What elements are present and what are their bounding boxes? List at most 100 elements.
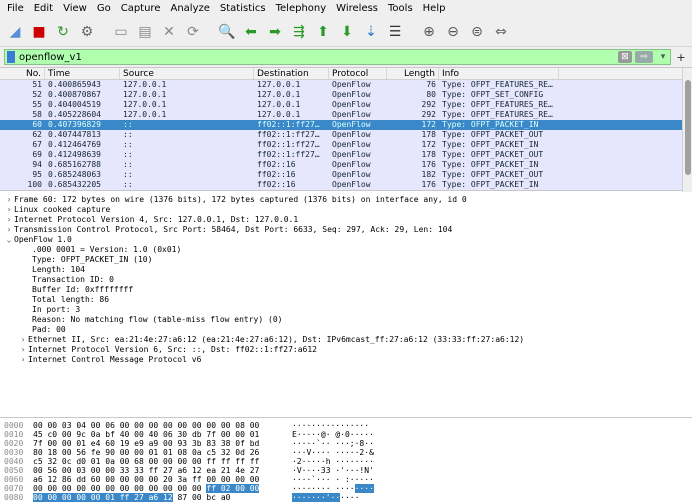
collapsed-arrow-icon[interactable]: › bbox=[4, 215, 14, 225]
bytes-row[interactable]: 0000 00 00 03 04 00 06 00 00 00 00 00 00 … bbox=[0, 421, 692, 430]
bytes-ascii: ·V····33 ·'···!N' bbox=[292, 466, 374, 475]
autoscroll-icon[interactable]: ⇣ bbox=[360, 21, 382, 43]
bytes-offset: 0010 bbox=[4, 430, 24, 439]
filter-history-dropdown-icon[interactable]: ▾ bbox=[656, 51, 670, 63]
menu-telephony[interactable]: Telephony bbox=[271, 3, 332, 14]
add-filter-button-icon[interactable]: + bbox=[674, 51, 688, 64]
detail-line[interactable]: › Linux cooked capture bbox=[0, 205, 692, 215]
cell-dst: ff02::1:ff27… bbox=[257, 140, 320, 149]
collapsed-arrow-icon[interactable]: › bbox=[4, 225, 14, 235]
bytes-row[interactable]: 0030 80 18 00 56 fe 90 00 00 01 01 08 0a … bbox=[0, 448, 692, 457]
packet-row[interactable]: 51 0.400865943 127.0.0.1 127.0.0.1 OpenFlow 7… bbox=[0, 80, 692, 90]
options-icon[interactable]: ⚙ bbox=[76, 21, 98, 43]
bytes-row[interactable]: 0010 45 c0 00 9c 0a bf 40 00 40 06 30 db … bbox=[0, 430, 692, 439]
detail-line[interactable]: › Internet Protocol Version 6, Src: ::, D… bbox=[0, 345, 692, 355]
detail-line[interactable]: .000 0001 = Version: 1.0 (0x01) bbox=[0, 245, 692, 255]
back-icon[interactable]: ⬅ bbox=[240, 21, 262, 43]
open-icon[interactable]: ▭ bbox=[110, 21, 132, 43]
collapsed-arrow-icon[interactable]: › bbox=[18, 335, 28, 345]
reload-icon[interactable]: ⟳ bbox=[182, 21, 204, 43]
display-filter-field[interactable]: ⊠ ⇨ ▾ bbox=[4, 49, 671, 65]
first-icon[interactable]: ⬆ bbox=[312, 21, 334, 43]
bytes-row[interactable]: 0060 a6 12 86 dd 60 00 00 00 00 20 3a ff … bbox=[0, 475, 692, 484]
collapsed-arrow-icon[interactable]: › bbox=[18, 345, 28, 355]
detail-line[interactable]: › Transmission Control Protocol, Src Port… bbox=[0, 225, 692, 235]
collapsed-arrow-icon[interactable]: › bbox=[18, 355, 28, 365]
detail-line[interactable]: Total length: 86 bbox=[0, 295, 692, 305]
zoom-in-icon[interactable]: ⊕ bbox=[418, 21, 440, 43]
menu-wireless[interactable]: Wireless bbox=[331, 3, 383, 14]
column-header-info[interactable]: Info bbox=[439, 68, 559, 79]
menu-edit[interactable]: Edit bbox=[29, 3, 58, 14]
last-icon[interactable]: ⬇ bbox=[336, 21, 358, 43]
menu-go[interactable]: Go bbox=[92, 3, 116, 14]
menu-tools[interactable]: Tools bbox=[383, 3, 418, 14]
display-filter-input[interactable] bbox=[19, 51, 614, 63]
close-file-icon[interactable]: ✕ bbox=[158, 21, 180, 43]
column-header-no[interactable]: No. bbox=[0, 68, 45, 79]
menu-capture[interactable]: Capture bbox=[116, 3, 166, 14]
forward-icon[interactable]: ➡ bbox=[264, 21, 286, 43]
bytes-ascii: ·······'······ bbox=[292, 493, 360, 502]
zoom-reset-icon[interactable]: ⊜ bbox=[466, 21, 488, 43]
packet-row[interactable]: 58 0.405228604 127.0.0.1 127.0.0.1 OpenFlow 2… bbox=[0, 110, 692, 120]
packet-row[interactable]: 100 0.685432205:: ff02::16 OpenFlow 176 Type:… bbox=[0, 180, 692, 190]
colorize-icon[interactable]: ☰ bbox=[384, 21, 406, 43]
detail-line[interactable]: › Internet Protocol Version 4, Src: 127.0… bbox=[0, 215, 692, 225]
bytes-row[interactable]: 0040 c5 32 0c d0 01 0a 00 68 00 00 00 00 … bbox=[0, 457, 692, 466]
collapsed-arrow-icon[interactable]: › bbox=[4, 205, 14, 215]
shark-fin-start-icon[interactable]: ◢ bbox=[4, 21, 26, 43]
bytes-row[interactable]: 0020 7f 00 00 01 e4 60 19 e9 a9 00 93 3b … bbox=[0, 439, 692, 448]
detail-text: Frame 60: 172 bytes on wire (1376 bits),… bbox=[14, 195, 467, 204]
menu-help[interactable]: Help bbox=[418, 3, 451, 14]
apply-filter-icon[interactable]: ⇨ bbox=[635, 51, 653, 63]
column-header-length[interactable]: Length bbox=[387, 68, 439, 79]
menu-statistics[interactable]: Statistics bbox=[215, 3, 271, 14]
packet-list-scrollbar[interactable] bbox=[682, 68, 692, 192]
packet-row[interactable]: 94 0.685162788:: ff02::16 OpenFlow 176 Type: … bbox=[0, 160, 692, 170]
save-icon[interactable]: ▤ bbox=[134, 21, 156, 43]
bytes-row[interactable]: 0050 00 56 00 03 00 00 33 33 ff 27 a6 12 … bbox=[0, 466, 692, 475]
detail-line[interactable]: Type: OFPT_PACKET_IN (10) bbox=[0, 255, 692, 265]
restart-icon[interactable]: ↻ bbox=[52, 21, 74, 43]
detail-line[interactable]: Length: 104 bbox=[0, 265, 692, 275]
menu-file[interactable]: File bbox=[2, 3, 29, 14]
detail-line[interactable]: ⌄ OpenFlow 1.0 bbox=[0, 235, 692, 245]
cell-dst: ff02::16 bbox=[257, 170, 296, 179]
expanded-arrow-icon[interactable]: ⌄ bbox=[4, 235, 14, 245]
column-header-protocol[interactable]: Protocol bbox=[329, 68, 387, 79]
bytes-hex: c5 32 0c d0 01 0a 00 68 00 00 00 00 ff f… bbox=[33, 457, 260, 466]
menu-view[interactable]: View bbox=[58, 3, 92, 14]
column-header-destination[interactable]: Destination bbox=[254, 68, 329, 79]
detail-line[interactable]: Transaction ID: 0 bbox=[0, 275, 692, 285]
scrollbar-thumb[interactable] bbox=[685, 80, 691, 175]
packet-row[interactable]: 95 0.685248063:: ff02::16 OpenFlow 182 Type: … bbox=[0, 170, 692, 180]
packet-row[interactable]: 69 0.412498639:: ff02::1:ff27… OpenFlow 178 T… bbox=[0, 150, 692, 160]
goto-icon[interactable]: ⇶ bbox=[288, 21, 310, 43]
bookmark-icon[interactable] bbox=[7, 51, 15, 63]
bytes-row[interactable]: 0070 00 00 00 00 00 00 00 00 00 00 00 00 … bbox=[0, 484, 692, 493]
detail-line[interactable]: Buffer Id: 0xffffffff bbox=[0, 285, 692, 295]
bytes-offset: 0080 bbox=[4, 493, 24, 502]
packet-row[interactable]: 60 0.407396829:: ff02::1:ff27… OpenFlow 172 T… bbox=[0, 120, 692, 130]
detail-line[interactable]: › Ethernet II, Src: ea:21:4e:27:a6:12 (ea… bbox=[0, 335, 692, 345]
collapsed-arrow-icon[interactable]: › bbox=[4, 195, 14, 205]
detail-line[interactable]: In port: 3 bbox=[0, 305, 692, 315]
detail-line[interactable]: Reason: No matching flow (table-miss flo… bbox=[0, 315, 692, 325]
packet-row[interactable]: 55 0.404004519 127.0.0.1 127.0.0.1 OpenFlow 2… bbox=[0, 100, 692, 110]
stop-icon[interactable]: ■ bbox=[28, 21, 50, 43]
packet-row[interactable]: 52 0.400870867 127.0.0.1 127.0.0.1 OpenFlow 8… bbox=[0, 90, 692, 100]
packet-row[interactable]: 67 0.412464769:: ff02::1:ff27… OpenFlow 172 T… bbox=[0, 140, 692, 150]
column-header-source[interactable]: Source bbox=[120, 68, 254, 79]
detail-line[interactable]: Pad: 00 bbox=[0, 325, 692, 335]
bytes-row[interactable]: 0080 00 00 00 00 00 01 ff 27 a6 12 87 00 … bbox=[0, 493, 692, 502]
column-header-time[interactable]: Time bbox=[45, 68, 120, 79]
detail-line[interactable]: › Internet Control Message Protocol v6 bbox=[0, 355, 692, 365]
zoom-out-icon[interactable]: ⊖ bbox=[442, 21, 464, 43]
menu-analyze[interactable]: Analyze bbox=[165, 3, 214, 14]
resize-columns-icon[interactable]: ⇔ bbox=[490, 21, 512, 43]
clear-filter-icon[interactable]: ⊠ bbox=[618, 51, 632, 63]
detail-line[interactable]: › Frame 60: 172 bytes on wire (1376 bits)… bbox=[0, 195, 692, 205]
find-icon[interactable]: 🔍 bbox=[216, 21, 238, 43]
packet-row[interactable]: 62 0.407447813:: ff02::1:ff27… OpenFlow 178 T… bbox=[0, 130, 692, 140]
